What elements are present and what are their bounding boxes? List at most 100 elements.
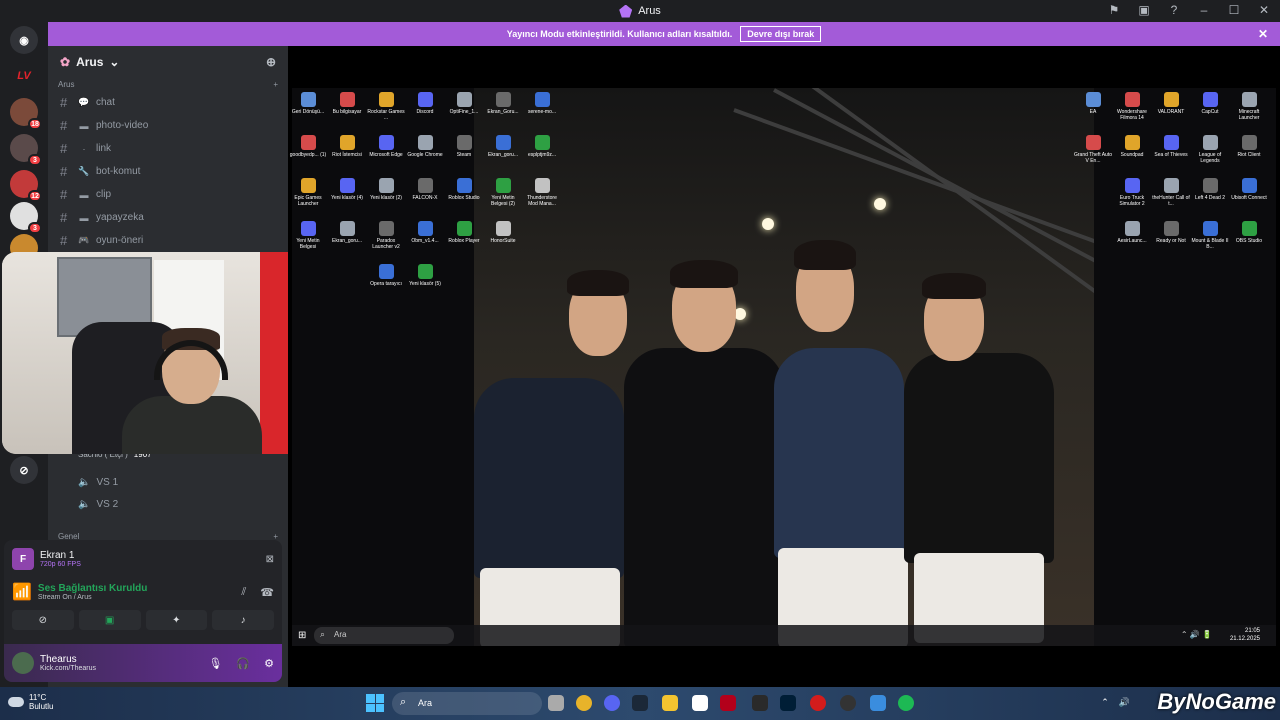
- desktop-icon[interactable]: Riot İstemcisi: [327, 135, 367, 158]
- channel-bot-komut[interactable]: # 🔧 bot-komut: [48, 160, 288, 183]
- channel-clip[interactable]: # ▬ clip: [48, 183, 288, 206]
- desktop-icon[interactable]: goodbyedp... (1): [288, 135, 328, 158]
- settings-gear-icon[interactable]: ⚙: [264, 657, 274, 670]
- desktop-icon[interactable]: Grand Theft Auto V En...: [1073, 135, 1113, 164]
- minimize-button[interactable]: –: [1196, 3, 1212, 17]
- desktop-icon[interactable]: Geri Dönüşü...: [288, 92, 328, 115]
- inbox-icon[interactable]: ▣: [1136, 3, 1152, 17]
- steam-icon[interactable]: [632, 695, 648, 711]
- desktop-icon[interactable]: serene-mo...: [522, 92, 562, 115]
- weather-widget[interactable]: 11°C Bulutlu: [8, 693, 53, 711]
- windows-start-icon[interactable]: [366, 694, 384, 712]
- desktop-icon[interactable]: Yeni klasör (5): [405, 264, 445, 287]
- game-app-icon[interactable]: [720, 695, 736, 711]
- category-header[interactable]: Arus +: [48, 78, 288, 91]
- avatar[interactable]: [12, 652, 34, 674]
- desktop-icon[interactable]: theHunter Call of t...: [1151, 178, 1191, 207]
- banner-close-icon[interactable]: ✕: [1258, 27, 1268, 41]
- desktop-icon[interactable]: Left 4 Dead 2: [1190, 178, 1230, 201]
- desktop-icon[interactable]: Opera tarayıcı: [366, 264, 406, 287]
- inbox-flag-icon[interactable]: ⚑: [1106, 3, 1122, 17]
- server-header[interactable]: ✿ Arus ⌄ ⊕: [48, 46, 288, 78]
- desktop-icon[interactable]: Ekran_goru...: [327, 221, 367, 244]
- chevron-up-icon[interactable]: ⌃: [1101, 697, 1109, 708]
- help-icon[interactable]: ?: [1166, 3, 1182, 17]
- task-view-icon[interactable]: [548, 695, 564, 711]
- close-window-button[interactable]: ✕: [1256, 3, 1272, 17]
- channel-link[interactable]: # · link: [48, 137, 288, 160]
- desktop-icon[interactable]: Yeni klasör (2): [366, 178, 406, 201]
- desktop-icon[interactable]: AesirLaunc...: [1112, 221, 1152, 244]
- server-icon-2[interactable]: 3: [10, 134, 42, 166]
- spotify-icon[interactable]: [898, 695, 914, 711]
- desktop-icon[interactable]: Roblox Player: [444, 221, 484, 244]
- desktop-icon[interactable]: Ubisoft Connect: [1229, 178, 1269, 201]
- desktop-icon[interactable]: Ready or Not: [1151, 221, 1191, 244]
- riot-client-icon[interactable]: [810, 695, 826, 711]
- remote-clock[interactable]: 21:05 21.12.2025: [1230, 627, 1260, 643]
- channel-photo-video[interactable]: # ▬ photo-video: [48, 114, 288, 137]
- desktop-icon[interactable]: Thunderstore Mod Mana...: [522, 178, 562, 207]
- desktop-icon[interactable]: Bu bilgisayar: [327, 92, 367, 115]
- file-explorer-icon[interactable]: [662, 695, 678, 711]
- desktop-icon[interactable]: Soundpad: [1112, 135, 1152, 158]
- add-member-icon[interactable]: ⊕: [266, 55, 276, 69]
- headphones-icon[interactable]: 🎧: [236, 657, 250, 670]
- desktop-icon[interactable]: Discord: [405, 92, 445, 115]
- desktop-icon[interactable]: Roblox Studio: [444, 178, 484, 201]
- desktop-icon[interactable]: Epic Games Launcher: [288, 178, 328, 207]
- disable-streamer-mode-button[interactable]: Devre dışı bırak: [740, 26, 822, 42]
- desktop-icon[interactable]: esplptjm9z...: [522, 135, 562, 158]
- desktop-icon[interactable]: Yeni Metin Belgesi (2): [483, 178, 523, 207]
- channel-chat[interactable]: # 💬 chat: [48, 91, 288, 114]
- epic-games-icon[interactable]: [752, 695, 768, 711]
- desktop-icon[interactable]: Yeni Metin Belgesi: [288, 221, 328, 250]
- desktop-icon[interactable]: VALORANT: [1151, 92, 1191, 115]
- desktop-icon[interactable]: Steam: [444, 135, 484, 158]
- server-lv[interactable]: LV: [10, 62, 38, 90]
- desktop-icon[interactable]: Google Chrome: [405, 135, 445, 158]
- desktop-icon[interactable]: Ekran_Goru...: [483, 92, 523, 115]
- desktop-icon[interactable]: Paradox Launcher v2: [366, 221, 406, 250]
- photoshop-icon[interactable]: [780, 695, 796, 711]
- desktop-icon[interactable]: League of Legends: [1190, 135, 1230, 164]
- server-icon-3[interactable]: 12: [10, 170, 42, 202]
- desktop-icon[interactable]: CapCut: [1190, 92, 1230, 115]
- desktop-icon[interactable]: Riot Client: [1229, 135, 1269, 158]
- desktop-icon[interactable]: Microsoft Edge: [366, 135, 406, 158]
- discord-icon[interactable]: [604, 695, 620, 711]
- stop-stream-icon[interactable]: ⊠: [266, 554, 274, 565]
- disconnect-icon[interactable]: ☎: [260, 586, 274, 599]
- windows-start-icon[interactable]: ⊞: [298, 630, 306, 641]
- microphone-icon[interactable]: 🎙: [208, 657, 222, 670]
- remote-search-box[interactable]: ⌕ Ara: [314, 627, 454, 644]
- server-icon-4[interactable]: 3: [10, 202, 42, 234]
- channel-oyun-oneri[interactable]: # 🎮 oyun-öneri: [48, 229, 288, 252]
- desktop-icon[interactable]: Obm_v1.4...: [405, 221, 445, 244]
- desktop-icon[interactable]: Ekran_goru...: [483, 135, 523, 158]
- desktop-icon[interactable]: Wondershare Filmora 14: [1112, 92, 1152, 121]
- desktop-icon[interactable]: OBS Studio: [1229, 221, 1269, 244]
- connection-label[interactable]: Ses Bağlantısı Kuruldu: [38, 583, 147, 594]
- chrome-icon[interactable]: [576, 695, 592, 711]
- soundboard-button[interactable]: ♪: [212, 610, 274, 630]
- add-channel-icon[interactable]: +: [273, 80, 278, 89]
- server-icon-1[interactable]: 18: [10, 98, 42, 130]
- voice-channel-vs2[interactable]: 🔈 VS 2: [48, 493, 288, 515]
- discord-home-icon[interactable]: ◉: [10, 26, 38, 54]
- desktop-icon[interactable]: Yeni klasör (4): [327, 178, 367, 201]
- desktop-icon[interactable]: Sea of Thieves: [1151, 135, 1191, 158]
- taskbar-search-box[interactable]: ⌕ Ara: [392, 692, 542, 715]
- desktop-icon[interactable]: HonorSuite: [483, 221, 523, 244]
- volume-icon[interactable]: 🔊: [1119, 697, 1130, 708]
- camera-off-button[interactable]: ⊘: [12, 610, 74, 630]
- desktop-icon[interactable]: Minecraft Launcher: [1229, 92, 1269, 121]
- maximize-button[interactable]: ☐: [1226, 3, 1242, 17]
- desktop-icon[interactable]: Rockstar Games ...: [366, 92, 406, 121]
- screen-share-button[interactable]: ▣: [78, 610, 141, 630]
- activities-button[interactable]: ✦: [145, 610, 208, 630]
- desktop-icon[interactable]: EA: [1073, 92, 1113, 115]
- desktop-icon[interactable]: OptiFine_1...: [444, 92, 484, 115]
- capcut-icon[interactable]: [692, 695, 708, 711]
- voice-channel-vs1[interactable]: 🔈 VS 1: [48, 471, 288, 493]
